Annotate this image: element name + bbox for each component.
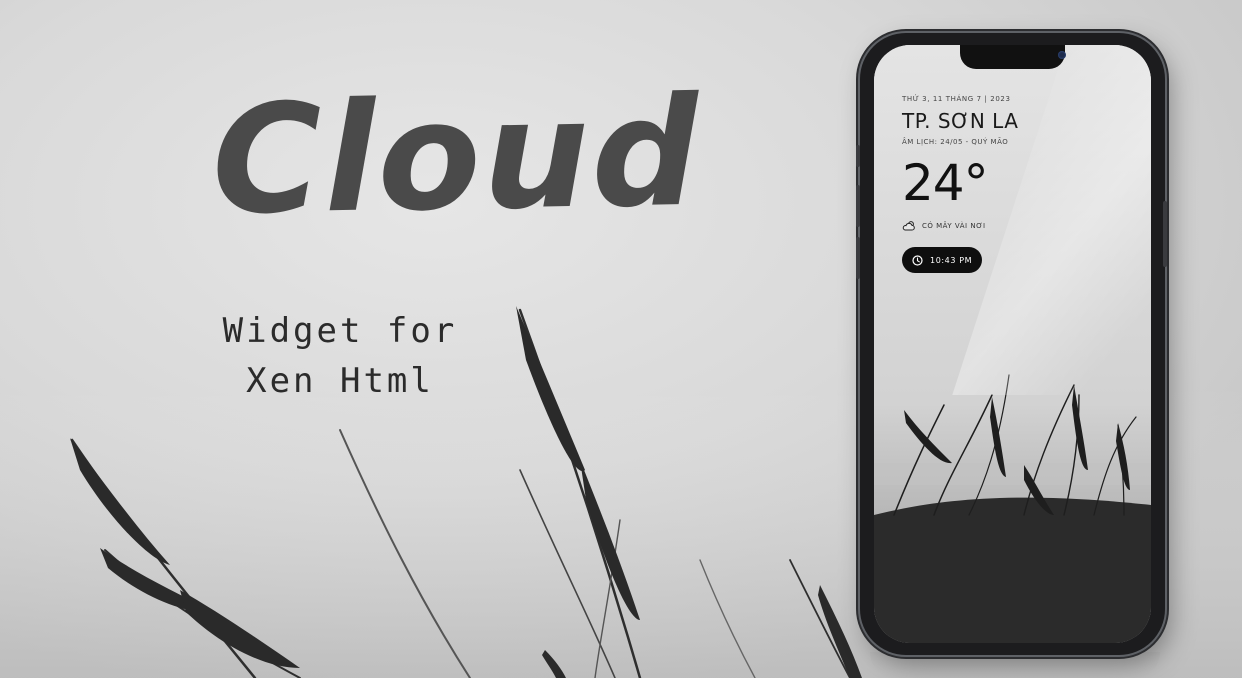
hero-subtitle-line2: Xen Html [246, 361, 434, 401]
widget-date: THỨ 3, 11 THÁNG 7 | 2023 [902, 95, 1011, 103]
widget-time: 10:43 PM [930, 255, 973, 265]
widget-city: TP. SƠN LA [902, 109, 1019, 133]
widget-time-pill[interactable]: 10:43 PM [902, 247, 983, 273]
notch [960, 45, 1066, 69]
widget-condition: CÓ MÂY VÀI NƠI [922, 221, 986, 230]
cloud-sun-icon [902, 221, 915, 231]
weather-widget: THỨ 3, 11 THÁNG 7 | 2023 TP. SƠN LA ÂM L… [902, 95, 1132, 273]
phone-screen: THỨ 3, 11 THÁNG 7 | 2023 TP. SƠN LA ÂM L… [874, 45, 1151, 643]
hero-subtitle-line1: Widget for [222, 311, 458, 351]
hero-title: Cloud [210, 65, 703, 249]
clock-icon [912, 254, 923, 266]
phone-reflection [870, 652, 1160, 678]
action-button [856, 145, 860, 167]
widget-temperature: 24° [902, 154, 989, 212]
hero-subtitle: Widget for Xen Html [175, 306, 505, 406]
volume-up-button [856, 185, 860, 227]
phone-mockup: THỨ 3, 11 THÁNG 7 | 2023 TP. SƠN LA ÂM L… [856, 33, 1167, 655]
front-camera [1058, 51, 1066, 59]
widget-lunar-date: ÂM LỊCH: 24/05 - QUÝ MÃO [902, 138, 1009, 146]
widget-condition-row: CÓ MÂY VÀI NƠI [902, 220, 1132, 231]
power-button [1163, 201, 1167, 267]
canvas: Cloud Widget for Xen Html THỨ 3, 11 THÁN… [0, 0, 1242, 678]
volume-down-button [856, 237, 860, 279]
